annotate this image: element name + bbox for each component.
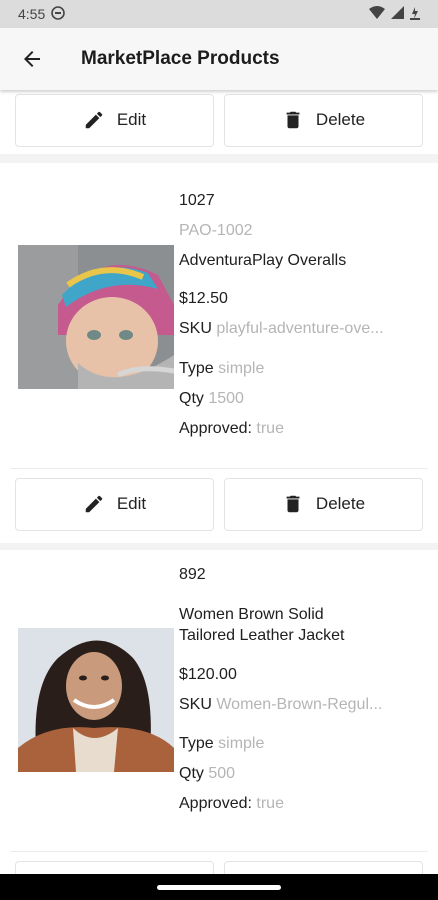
product-code: PAO-1002	[179, 222, 253, 239]
approved-value: true	[256, 420, 284, 437]
sku-label: SKU	[179, 696, 212, 713]
back-button[interactable]	[0, 28, 64, 90]
product-id: 892	[179, 566, 206, 583]
status-time: 4:55	[18, 6, 46, 22]
type-label: Type	[179, 735, 214, 752]
card-actions: Edit Delete	[0, 469, 438, 539]
product-qty: Qty 1500	[179, 389, 404, 409]
product-name: AdventuraPlay Overalls	[179, 252, 347, 269]
product-price: $120.00	[179, 666, 237, 683]
product-image	[18, 628, 174, 772]
delete-button[interactable]	[224, 860, 423, 874]
qty-value: 500	[208, 765, 236, 782]
sku-value: playful-adventure-ove...	[216, 320, 384, 337]
qty-label: Qty	[179, 765, 204, 782]
product-id: 1027	[179, 192, 215, 209]
home-gesture-handle[interactable]	[157, 885, 281, 890]
arrow-back-icon	[24, 51, 40, 67]
status-icons	[369, 6, 420, 23]
product-price: $12.50	[179, 290, 228, 307]
trash-icon	[286, 111, 300, 129]
product-name-line2: Tailored Leather Jacket	[179, 627, 345, 644]
sku-value: Women-Brown-Regul...	[216, 696, 383, 713]
qty-value: 1500	[208, 390, 244, 407]
approved-value: true	[256, 795, 284, 812]
product-list[interactable]: Edit Delete 1027 PAO-1002 AdventuraPlay …	[0, 90, 438, 874]
edit-button[interactable]: Edit	[15, 93, 214, 147]
edit-button[interactable]	[15, 860, 214, 874]
product-name-line1: Women Brown Solid	[179, 606, 324, 623]
product-image	[18, 245, 174, 389]
product-type: Type simple	[179, 734, 404, 754]
system-nav-bar	[0, 874, 438, 900]
type-label: Type	[179, 360, 214, 377]
product-approved: Approved: true	[179, 419, 404, 439]
card-actions: Edit Delete	[0, 90, 438, 155]
delete-button-label: Delete	[315, 494, 366, 513]
type-value: simple	[218, 735, 265, 752]
delete-button[interactable]: Delete	[224, 93, 423, 147]
product-sku: SKU Women-Brown-Regul...	[179, 695, 404, 715]
pencil-icon	[85, 495, 103, 513]
product-sku: SKU playful-adventure-ove...	[179, 319, 404, 339]
delete-button[interactable]: Delete	[224, 477, 423, 531]
edit-button-label: Edit	[116, 110, 147, 129]
edit-button-label: Edit	[116, 494, 147, 513]
signal-icon	[391, 6, 404, 22]
product-card: 892 Women Brown Solid Tailored Leather J…	[0, 550, 438, 874]
edit-button[interactable]: Edit	[15, 477, 214, 531]
app-notification-icon	[51, 5, 66, 23]
approved-label: Approved:	[179, 420, 252, 437]
trash-icon	[286, 495, 300, 513]
pencil-icon	[85, 111, 103, 129]
status-bar: 4:55	[0, 0, 438, 28]
battery-icon	[410, 6, 420, 23]
app-bar: MarketPlace Products	[0, 28, 438, 90]
product-qty: Qty 500	[179, 764, 404, 784]
wifi-icon	[369, 6, 385, 22]
qty-label: Qty	[179, 390, 204, 407]
type-value: simple	[218, 360, 265, 377]
sku-label: SKU	[179, 320, 212, 337]
product-card: 1027 PAO-1002 AdventuraPlay Overalls $12…	[0, 163, 438, 543]
approved-label: Approved:	[179, 795, 252, 812]
page-title: MarketPlace Products	[81, 48, 280, 69]
product-card-partial: Edit Delete	[0, 90, 438, 154]
delete-button-label: Delete	[315, 110, 366, 129]
product-approved: Approved: true	[179, 794, 404, 814]
product-type: Type simple	[179, 359, 404, 379]
card-actions	[0, 852, 438, 874]
